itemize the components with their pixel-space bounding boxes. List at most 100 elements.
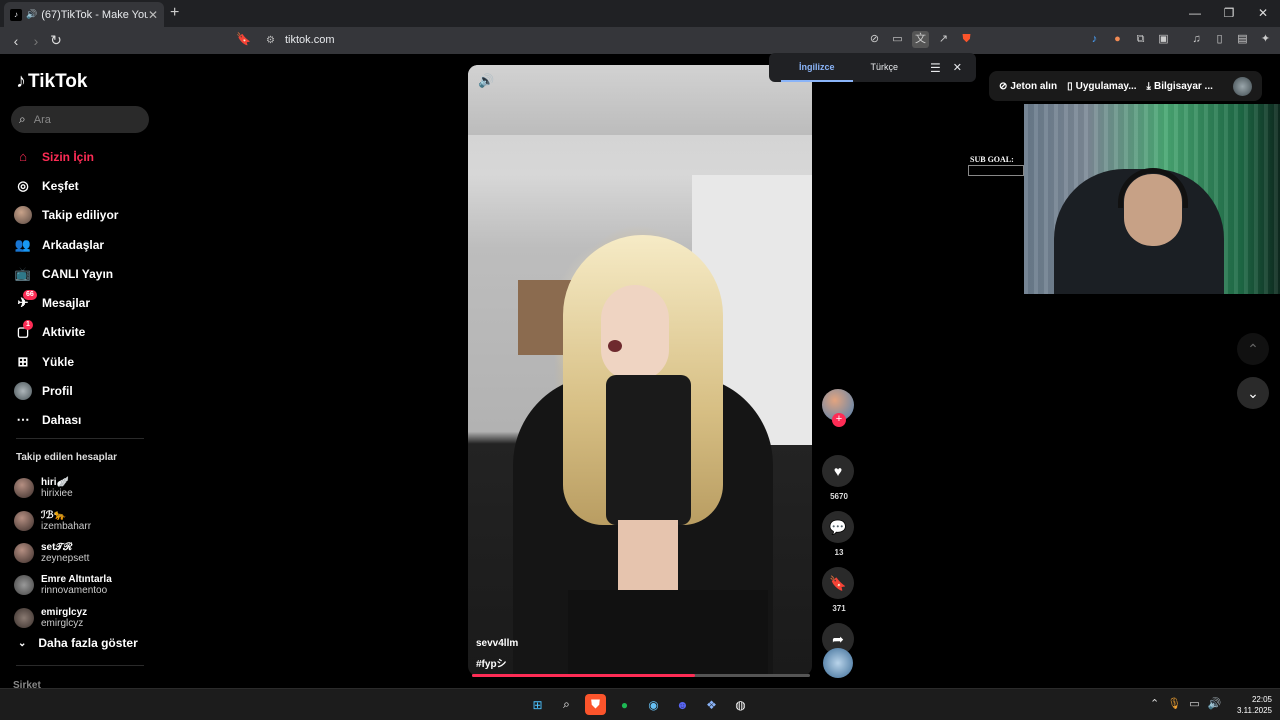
music-disc-icon[interactable] [823,648,853,678]
account-handle: hirixiee [41,488,73,500]
avatar [14,575,34,596]
search-placeholder: Ara [33,113,51,126]
following-account[interactable]: ℐℬ🐆 izembaharr [14,504,112,536]
url-text: tiktok.com [284,34,335,46]
app-cube-icon[interactable]: ❖ [701,694,722,715]
video-author[interactable]: sevv4llm [476,638,518,649]
account-handle: zeynepsett [41,552,90,564]
following-account[interactable]: emirglcyz emirglcyz [14,602,112,634]
windows-start-icon[interactable]: ⊞ [527,694,548,715]
maximize-button[interactable]: ❐ [1212,0,1246,27]
tab-close-icon[interactable]: ✕ [148,8,158,22]
speaker-icon[interactable]: 🔊 [1208,697,1222,710]
search-icon: ⌕ [19,112,26,126]
creator-avatar[interactable]: + [822,389,854,427]
nav-item-for-you[interactable]: ⌂ Sizin İçin [13,142,118,171]
site-settings-icon[interactable]: ⚙ [266,35,275,46]
nav-item-following[interactable]: Takip ediliyor [13,201,118,230]
nav-item-upload[interactable]: ⊞ Yükle [13,347,118,376]
nav-item-more[interactable]: ⋯ Dahası [13,406,118,435]
following-account[interactable]: set𝒯ℛ zeynepsett [14,537,112,569]
nav-item-messages[interactable]: ✈ 66 Mesajlar [13,288,118,317]
no-tracking-icon[interactable]: ⊘ [866,31,883,48]
discord-icon[interactable]: ☻ [672,694,693,715]
nav-item-activity[interactable]: ▢ 1 Aktivite [13,318,118,347]
reload-icon[interactable]: ↻ [46,32,66,49]
video-scene [601,285,669,380]
back-arrow-icon[interactable]: ‹ [6,33,26,49]
video-scene [568,590,768,676]
audio-playing-icon[interactable]: 🔊 [26,9,37,20]
minimize-button[interactable]: — [1178,0,1212,27]
extension-audio-icon[interactable]: ♪ [1086,31,1103,48]
lang-source-tab[interactable]: İngilizce [781,53,853,82]
obs-icon[interactable]: ◍ [730,694,751,715]
translate-close-icon[interactable]: ✕ [953,61,962,74]
comment-button[interactable]: 💬 [822,511,854,543]
forward-arrow-icon[interactable]: › [26,33,46,49]
extensions-puzzle-icon[interactable]: ⧉ [1132,31,1149,48]
video-scene [608,340,622,352]
comment-count: 13 [834,548,844,557]
show-more-button[interactable]: ⌄ Daha fazla göster [18,636,138,650]
desktop-app-button[interactable]: ⤓ Bilgisayar ... [1147,81,1213,92]
extension-fox-icon[interactable]: ● [1109,31,1126,48]
like-button[interactable]: ♥ [822,455,854,487]
cast-icon[interactable]: ▭ [889,31,906,48]
browser-tab[interactable]: ♪ 🔊 (67)TikTok - Make Your Day ✕ [4,2,164,27]
system-clock[interactable]: 22:05 3.11.2025 [1232,694,1272,716]
account-name: Emre Altıntarla [41,574,112,586]
close-window-button[interactable]: ✕ [1246,0,1280,27]
extension-box-icon[interactable]: ▣ [1155,31,1172,48]
display-icon[interactable]: ▭ [1189,697,1199,710]
brave-shield-icon[interactable]: ⛊ [958,31,975,48]
translate-icon[interactable]: 文 [912,31,929,48]
tray-chevron-up-icon[interactable]: ⌃ [1150,697,1159,710]
wallet-icon[interactable]: ▤ [1234,31,1251,48]
following-accounts-title: Takip edilen hesaplar [16,452,117,463]
sidebar-toggle-icon[interactable]: ▯ [1211,31,1228,48]
browser-tab-bar: ♪ 🔊 (67)TikTok - Make Your Day ✕ + — ❐ ✕ [0,0,1280,27]
save-button[interactable]: 🔖 [822,567,854,599]
follow-plus-icon[interactable]: + [832,413,846,427]
get-coins-button[interactable]: ⊘ Jeton alın [999,81,1057,92]
lang-target-tab[interactable]: Türkçe [853,53,917,82]
previous-video-button[interactable]: ⌃ [1237,333,1269,365]
share-icon[interactable]: ↗ [935,31,952,48]
nav-item-live[interactable]: 📺 CANLI Yayın [13,259,118,288]
nav-item-friends[interactable]: 👥 Arkadaşlar [13,230,118,259]
tiktok-note-icon: ♪ [16,70,26,92]
steam-icon[interactable]: ◉ [643,694,664,715]
following-account[interactable]: hiri🪽 hirixiee [14,472,112,504]
video-progress-bar[interactable] [472,674,810,677]
nav-item-explore[interactable]: ◎ Keşfet [13,171,118,200]
nav-label: Aktivite [42,325,86,340]
microphone-icon[interactable]: 🎙 [1167,697,1181,710]
button-label: Bilgisayar ... [1153,80,1213,92]
bookmark-icon: 🔖 [829,574,847,591]
spotify-icon[interactable]: ● [614,694,635,715]
profile-avatar[interactable] [1233,77,1252,96]
video-player[interactable] [468,65,812,676]
chevron-down-icon: ⌄ [18,637,27,649]
sub-goal-label: SUB GOAL: [970,155,1014,164]
leo-ai-icon[interactable]: ✦ [1257,31,1274,48]
brave-browser-icon[interactable]: ⛊ [585,694,606,715]
nav-item-profile[interactable]: Profil [13,376,118,405]
tiktok-logo[interactable]: ♪ TikTok [16,70,87,93]
video-caption[interactable]: #fypシ [476,655,507,670]
media-icon[interactable]: ♫ [1188,31,1205,48]
divider [16,665,144,666]
search-icon[interactable]: ⌕ [556,694,577,715]
get-app-button[interactable]: ▯ Uygulamay... [1067,81,1136,92]
translate-menu-icon[interactable]: ☰ [930,61,941,75]
search-input[interactable]: ⌕ Ara [11,106,149,133]
live-icon: 📺 [14,265,32,281]
bookmark-icon[interactable]: 🔖 [236,32,251,46]
account-handle: emirglcyz [41,617,84,629]
new-tab-button[interactable]: + [170,4,179,22]
following-account[interactable]: Emre Altıntarla rinnovamentoo [14,569,112,601]
volume-icon[interactable]: 🔊 [478,73,494,89]
next-video-button[interactable]: ⌄ [1237,377,1269,409]
messages-badge: 66 [23,290,37,301]
